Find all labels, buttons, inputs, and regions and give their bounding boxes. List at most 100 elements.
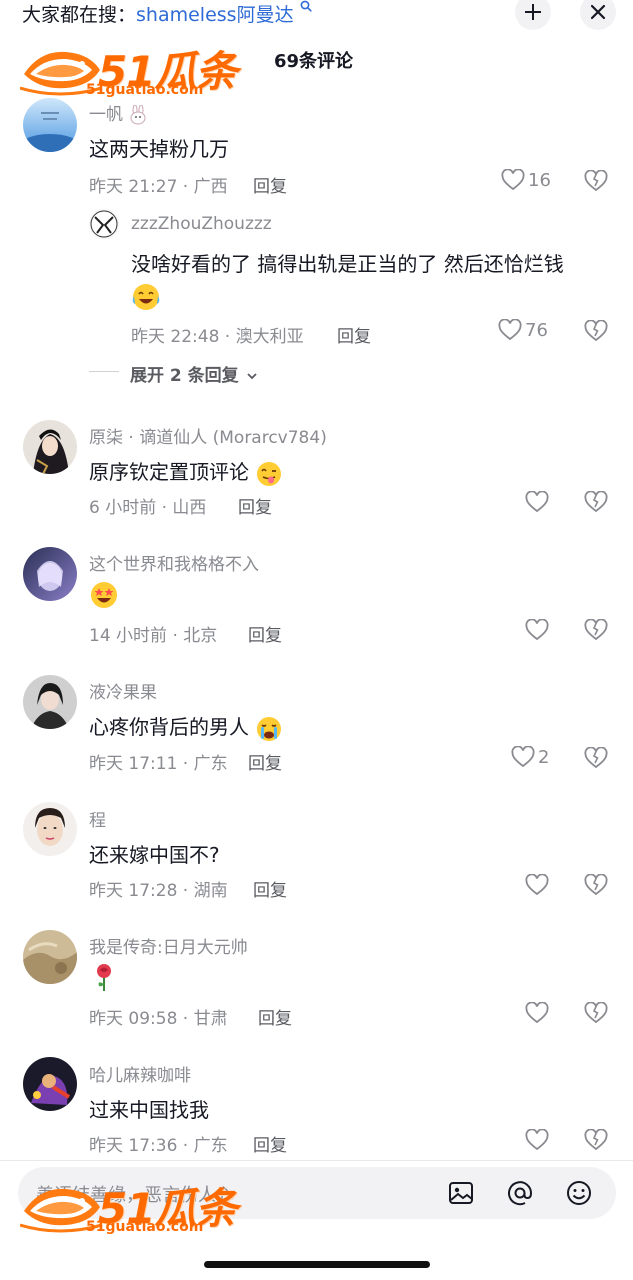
comment-meta: 6 小时前 · 山西 (89, 498, 207, 518)
search-icon (296, 0, 312, 16)
like-button[interactable]: 2 (511, 746, 549, 768)
dislike-button[interactable] (584, 490, 608, 517)
like-count: 76 (525, 319, 548, 341)
reply-button[interactable]: 回复 (238, 493, 272, 518)
broken-heart-icon (584, 169, 608, 192)
comment-count: 69条评论 (274, 51, 354, 72)
reply-button[interactable]: 回复 (258, 1004, 292, 1029)
reply-button[interactable]: 回复 (248, 621, 282, 646)
mention-button[interactable] (506, 1179, 534, 1211)
like-button[interactable] (525, 1002, 552, 1024)
avatar[interactable] (23, 547, 77, 601)
watermark-logo: 51瓜条 51guatiao.com (20, 38, 240, 102)
comment-text: 原序钦定置顶评论 (89, 456, 283, 488)
like-button[interactable] (525, 1129, 552, 1151)
avatar[interactable] (89, 209, 119, 239)
like-button[interactable]: 16 (501, 169, 551, 191)
comment-text: 还来嫁中国不? (89, 843, 220, 867)
comment-text: 过来中国找我 (89, 1098, 209, 1122)
avatar[interactable] (23, 675, 77, 729)
comment-text-body: 原序钦定置顶评论 (89, 460, 249, 484)
reply-button[interactable]: 回复 (253, 876, 287, 901)
avatar[interactable] (23, 802, 77, 856)
heart-icon (525, 1129, 549, 1151)
laughing-crying-face-icon (131, 282, 161, 316)
comment-text: 这两天掉粉几万 (89, 137, 229, 161)
heart-icon (525, 619, 549, 641)
broken-heart-icon (584, 1128, 608, 1151)
reply-button[interactable]: 回复 (253, 1131, 287, 1156)
avatar[interactable] (23, 1057, 77, 1111)
rose-icon (91, 962, 117, 996)
chevron-down-icon (246, 373, 257, 380)
heart-icon (525, 491, 549, 513)
watermark-logo: 51瓜条 51guatiao.com (20, 1175, 240, 1239)
comment-username[interactable]: 我是传奇:日月大元帅 (89, 933, 248, 958)
dislike-button[interactable] (584, 746, 608, 773)
comment-username[interactable]: zzzZhouZhouzzz (131, 214, 272, 234)
collapse-button[interactable] (515, 0, 551, 30)
watermark-logo-url: 51guatiao.com (86, 1219, 204, 1235)
comment-meta: 昨天 17:11 · 广东 (89, 754, 228, 774)
avatar[interactable] (23, 930, 77, 984)
comment-text: 心疼你背后的男人 (89, 711, 283, 743)
reply-button[interactable]: 回复 (337, 322, 371, 347)
heart-icon (525, 1002, 549, 1024)
dislike-button[interactable] (584, 618, 608, 645)
expand-divider (89, 371, 119, 372)
comment-meta: 昨天 09:58 · 甘肃 (89, 1009, 228, 1029)
search-suggestion-keyword[interactable]: shameless阿曼达 (136, 4, 294, 26)
search-suggestion[interactable]: 大家都在搜：shameless阿曼达 (22, 0, 312, 27)
tongue-face-icon (257, 461, 282, 486)
input-divider (0, 1160, 633, 1161)
comment-username[interactable]: 原柒 · 谪道仙人 (Morarcv784) (89, 423, 327, 448)
comment-meta: 昨天 17:28 · 湖南 (89, 881, 228, 901)
broken-heart-icon (584, 746, 608, 769)
broken-heart-icon (584, 490, 608, 513)
heart-icon (511, 746, 535, 768)
comment-meta: 14 小时前 · 北京 (89, 626, 218, 646)
comment-username-text: 一帆 (89, 105, 123, 125)
broken-heart-icon (584, 1001, 608, 1024)
dislike-button[interactable] (584, 319, 608, 346)
comment-username[interactable]: 哈儿麻辣咖啡 (89, 1061, 191, 1086)
dislike-button[interactable] (584, 873, 608, 900)
watermark-logo-url: 51guatiao.com (86, 82, 204, 98)
image-button[interactable] (447, 1179, 475, 1211)
close-icon (590, 4, 606, 20)
comment-username[interactable]: 程 (89, 806, 106, 831)
dislike-button[interactable] (584, 169, 608, 196)
reply-button[interactable]: 回复 (253, 172, 287, 197)
reply-button[interactable]: 回复 (248, 749, 282, 774)
emoji-button[interactable] (565, 1179, 593, 1211)
like-button[interactable]: 76 (498, 319, 548, 341)
at-mention-icon (508, 1181, 533, 1206)
broken-heart-icon (584, 873, 608, 896)
like-button[interactable] (525, 619, 552, 641)
like-button[interactable] (525, 491, 552, 513)
search-suggestion-prefix: 大家都在搜： (22, 4, 137, 26)
heart-icon (525, 874, 549, 896)
comment-username[interactable]: 这个世界和我格格不入 (89, 550, 259, 575)
image-icon (449, 1182, 473, 1204)
comment-text-body: 心疼你背后的男人 (89, 715, 249, 739)
avatar[interactable] (23, 98, 77, 152)
expand-replies-button[interactable]: 展开 2 条回复 (130, 361, 259, 386)
comment-meta: 昨天 22:48 · 澳大利亚 (131, 327, 304, 347)
comment-username[interactable]: 一帆 (89, 100, 148, 125)
comment-username[interactable]: 液冷果果 (89, 678, 157, 703)
like-button[interactable] (525, 874, 552, 896)
like-count: 2 (538, 746, 550, 768)
emoji-icon (567, 1181, 591, 1205)
close-button[interactable] (580, 0, 616, 30)
collapse-icon (525, 4, 541, 20)
comment-meta: 昨天 21:27 · 广西 (89, 177, 228, 197)
like-count: 16 (528, 169, 551, 191)
heart-icon (498, 319, 522, 341)
star-struck-face-icon (89, 580, 119, 614)
avatar[interactable] (23, 420, 77, 474)
broken-heart-icon (584, 618, 608, 641)
dislike-button[interactable] (584, 1128, 608, 1155)
expand-replies-label: 展开 2 条回复 (130, 366, 239, 386)
dislike-button[interactable] (584, 1001, 608, 1028)
